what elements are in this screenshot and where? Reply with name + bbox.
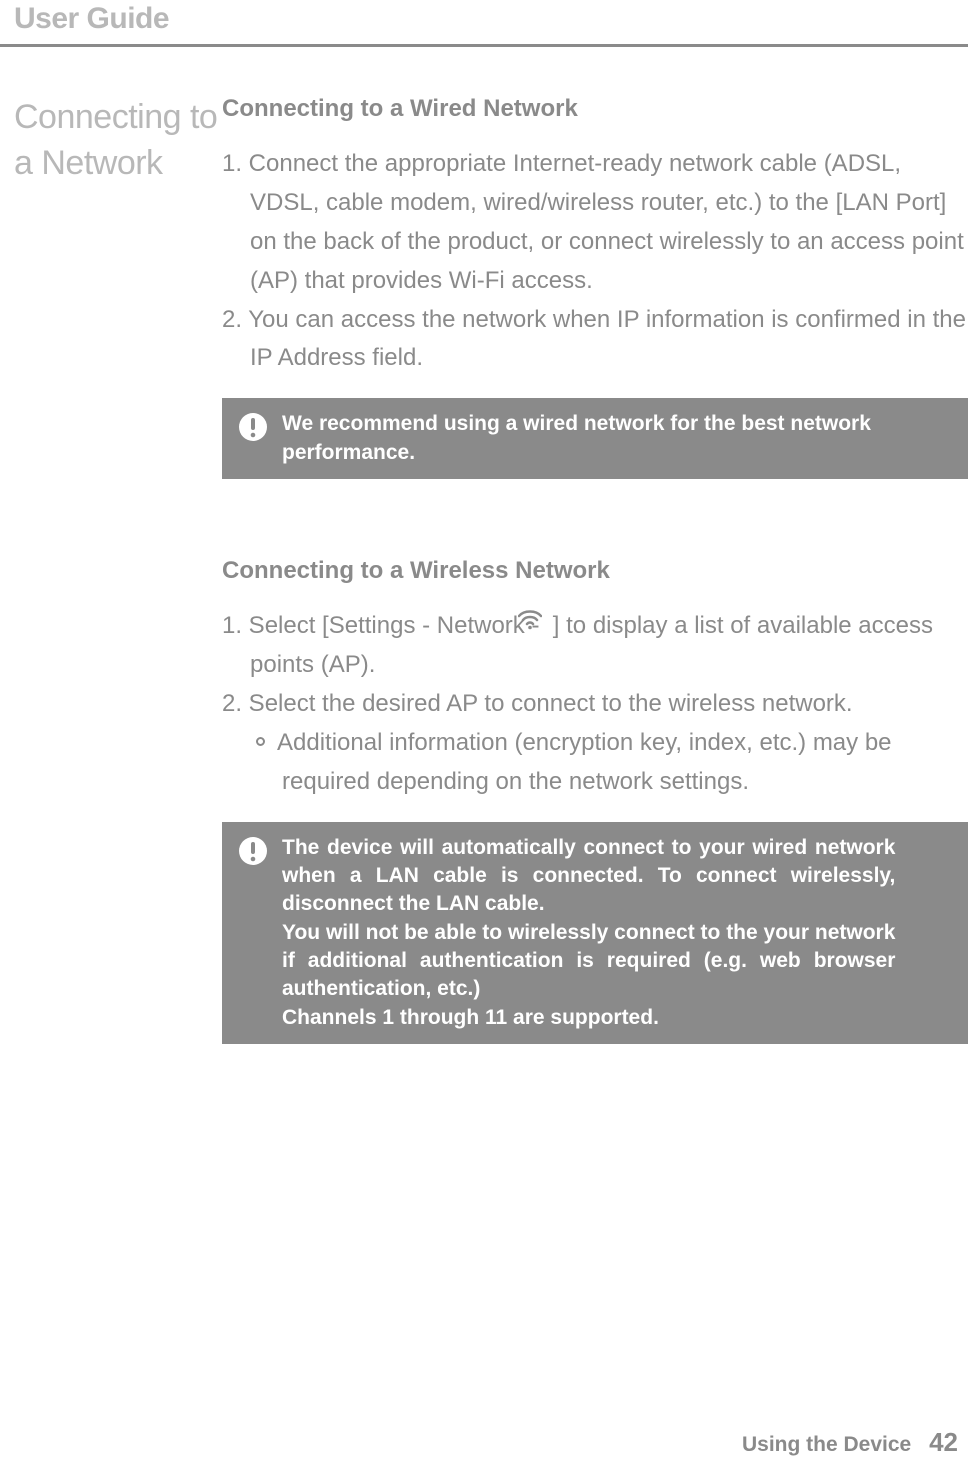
wireless-step-1-pre: 1. Select [Settings - Network -: [222, 612, 546, 639]
footer: Using the Device 42: [742, 1427, 958, 1458]
callout-wireless-text: The device will automatically connect to…: [282, 834, 895, 1032]
alert-icon: [238, 836, 268, 866]
section-heading-wireless: Connecting to a Wireless Network: [222, 557, 968, 585]
bullet-icon: [256, 737, 265, 746]
wired-step-1: 1. Connect the appropriate Internet-read…: [222, 145, 968, 301]
callout-line: when a LAN cable is connected. To connec…: [282, 862, 895, 890]
wired-step-2: 2. You can access the network when IP in…: [222, 301, 968, 379]
header-rule: [0, 44, 968, 47]
callout-line: if additional authentication is required…: [282, 947, 895, 975]
alert-icon: [238, 412, 268, 442]
callout-wired: We recommend using a wired network for t…: [222, 398, 968, 479]
callout-line: Channels 1 through 11 are supported.: [282, 1004, 895, 1032]
callout-line: You will not be able to wirelessly conne…: [282, 919, 895, 947]
callout-wired-text: We recommend using a wired network for t…: [282, 410, 954, 467]
footer-section: Using the Device: [742, 1433, 911, 1456]
wireless-sub-bullet: Additional information (encryption key, …: [222, 724, 968, 802]
header-title: User Guide: [0, 0, 968, 44]
sidebar: Connecting to a Network: [14, 95, 222, 1044]
wireless-step-1: 1. Select [Settings - Network - ] to dis…: [222, 607, 968, 685]
callout-wireless: The device will automatically connect to…: [222, 822, 968, 1044]
callout-line: authentication, etc.): [282, 975, 895, 1003]
page-number: 42: [929, 1427, 958, 1457]
wireless-step-2: 2. Select the desired AP to connect to t…: [222, 685, 968, 724]
content-area: Connecting to a Network Connecting to a …: [0, 95, 968, 1044]
callout-line: disconnect the LAN cable.: [282, 890, 895, 918]
sidebar-section-title: Connecting to a Network: [14, 95, 222, 187]
section-heading-wired: Connecting to a Wired Network: [222, 95, 968, 123]
main-column: Connecting to a Wired Network 1. Connect…: [222, 95, 968, 1044]
callout-line: The device will automatically connect to…: [282, 834, 895, 862]
wireless-sub-bullet-text: Additional information (encryption key, …: [277, 729, 892, 795]
